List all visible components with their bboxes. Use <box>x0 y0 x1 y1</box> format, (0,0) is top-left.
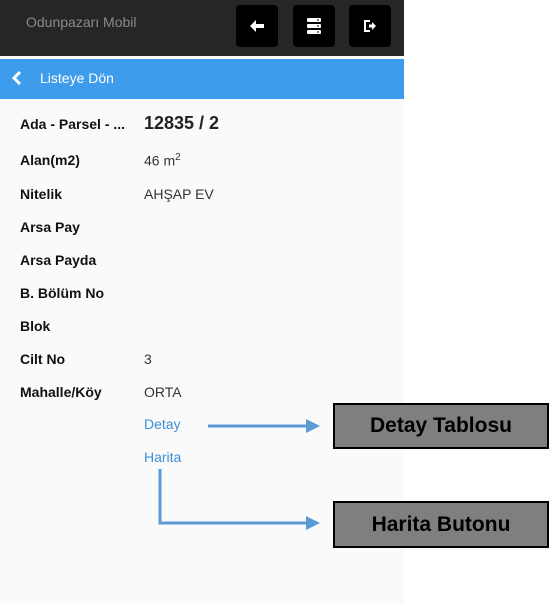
harita-arrow <box>158 469 308 525</box>
harita-butonu-callout: Harita Butonu <box>333 501 549 548</box>
detay-tablosu-callout: Detay Tablosu <box>333 403 549 449</box>
detay-arrowhead <box>306 419 320 433</box>
harita-arrowhead <box>306 516 320 530</box>
